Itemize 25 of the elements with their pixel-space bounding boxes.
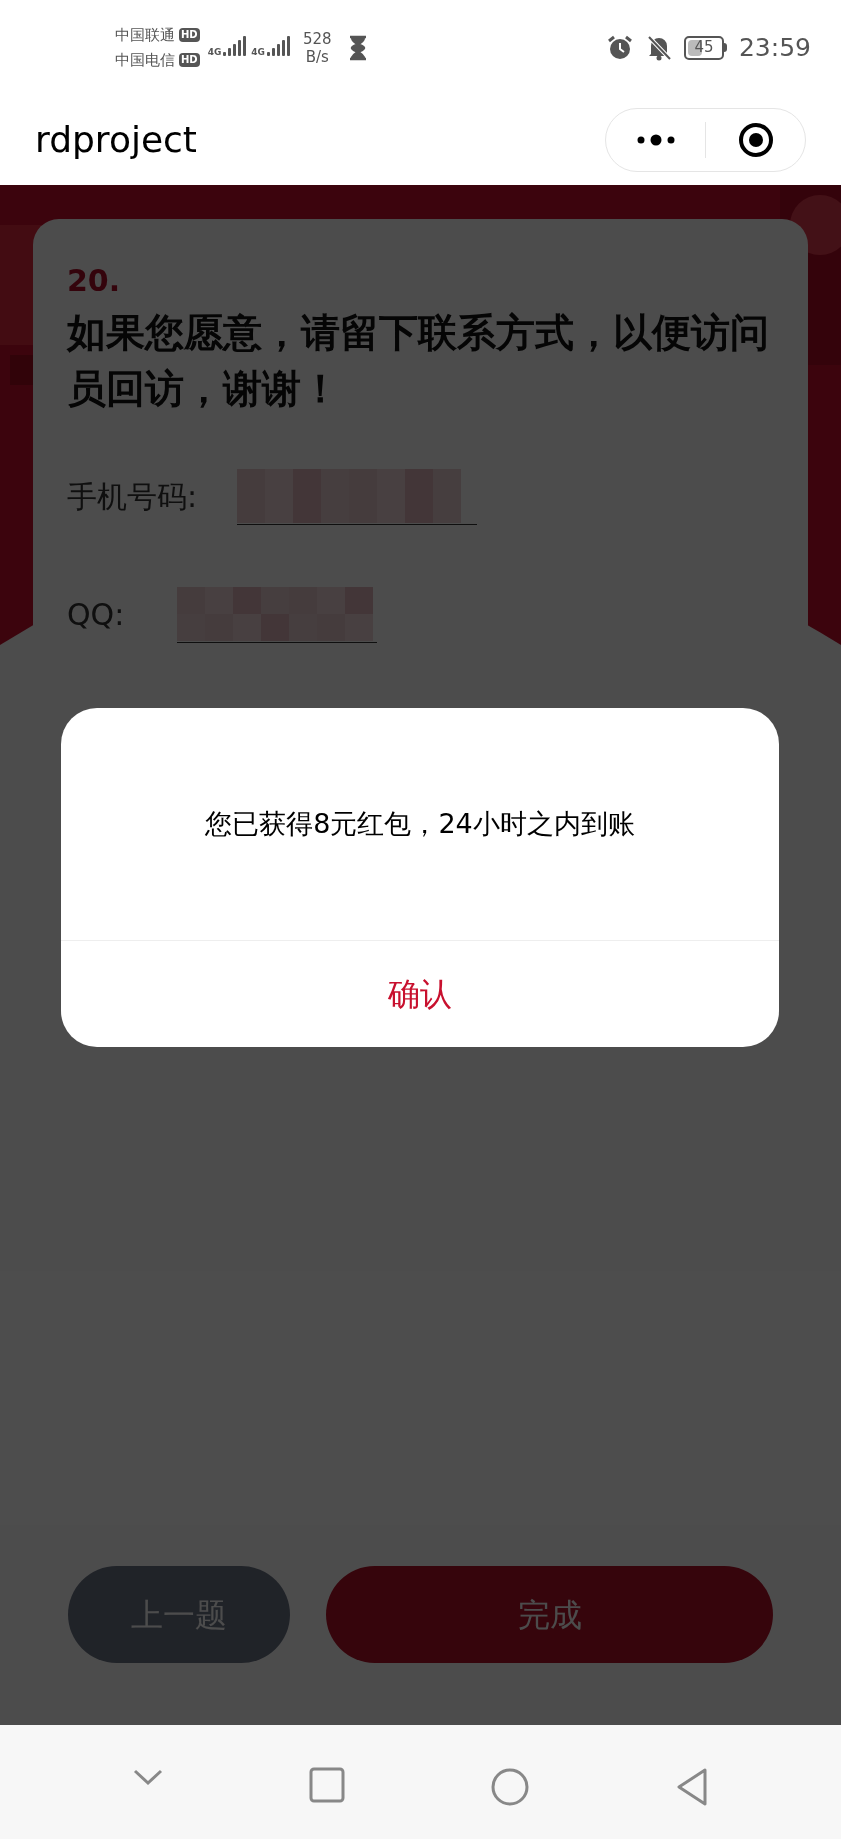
speed-unit: B/s [305, 47, 329, 66]
hd-badge: HD [179, 52, 200, 67]
carrier-name: 中国联通 [115, 25, 175, 46]
battery-indicator: 45 [683, 35, 727, 60]
window-title: rdproject [35, 118, 197, 162]
field-label: QQ: [67, 595, 126, 634]
network-type: 4G [251, 46, 265, 59]
target-icon [736, 121, 775, 159]
question-number: 20. [67, 262, 122, 300]
question-text: 如果您愿意，请留下联系方式，以便访问员回访，谢谢！ [67, 309, 770, 413]
network-speed: 528 [303, 29, 332, 48]
recents-icon[interactable] [309, 1767, 346, 1803]
hd-badge: HD [179, 28, 200, 43]
field-label: 手机号码: [67, 477, 199, 516]
more-icon [635, 134, 676, 146]
confirm-button[interactable]: 确认 [61, 941, 779, 1047]
dialog-message: 您已获得8元红包，24小时之内到账 [205, 806, 635, 841]
clock-time: 23:59 [738, 31, 811, 64]
bell-muted-icon [645, 33, 672, 62]
hourglass-icon [347, 34, 368, 61]
home-icon[interactable] [489, 1767, 530, 1807]
network-type: 4G [207, 46, 222, 59]
alarm-clock-icon [605, 33, 634, 62]
carrier-name: 中国电信 [115, 49, 175, 71]
chevron-down-icon[interactable] [132, 1767, 165, 1787]
